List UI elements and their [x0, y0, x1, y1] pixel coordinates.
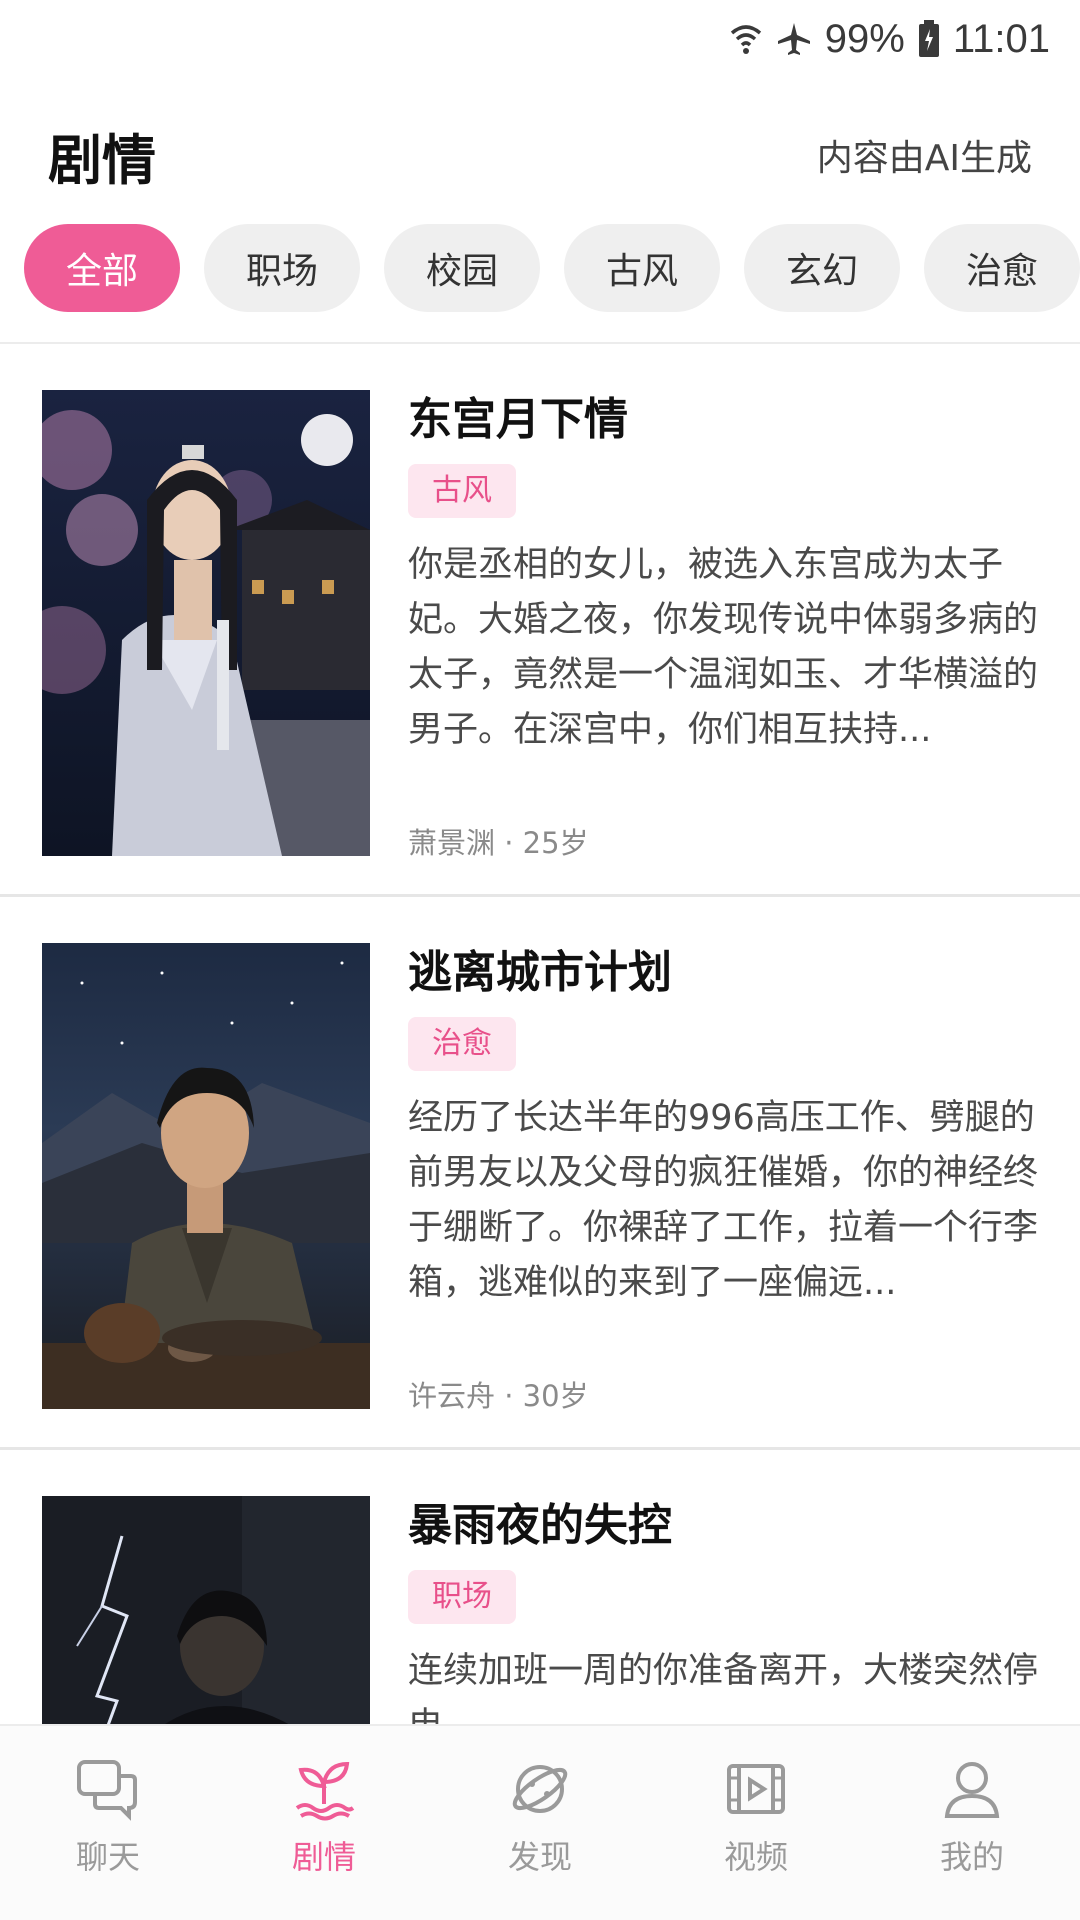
- story-info: 逃离城市计划 治愈 经历了长达半年的996高压工作、劈腿的前男友以及父母的疯狂催…: [408, 943, 1040, 1413]
- genre-badge: 职场: [408, 1570, 516, 1624]
- character-meta: 萧景渊 · 25岁: [408, 826, 589, 860]
- genre-filter-bar: 全部 职场 校园 古风 玄幻 治愈: [24, 224, 1080, 312]
- profile-icon: [939, 1756, 1005, 1826]
- genre-badge: 古风: [408, 464, 516, 518]
- planet-icon: [507, 1756, 573, 1826]
- nav-item-story[interactable]: 剧情: [224, 1756, 424, 1878]
- story-info: 东宫月下情 古风 你是丞相的女儿，被选入东宫成为太子妃。大婚之夜，你发现传说中体…: [408, 390, 1040, 860]
- page-title: 剧情: [48, 128, 156, 192]
- filter-chip-healing[interactable]: 治愈: [924, 224, 1080, 312]
- nav-item-video[interactable]: 视频: [656, 1756, 856, 1878]
- story-title[interactable]: 逃离城市计划: [408, 943, 1040, 1003]
- video-icon: [723, 1756, 789, 1826]
- screen: 99% 11:01 剧情 内容由AI生成 全部 职场 校园 古风 玄幻 治愈 东…: [0, 0, 1080, 1920]
- wifi-icon: [729, 21, 763, 57]
- story-title[interactable]: 东宫月下情: [408, 390, 1040, 450]
- story-list[interactable]: 东宫月下情 古风 你是丞相的女儿，被选入东宫成为太子妃。大婚之夜，你发现传说中体…: [0, 344, 1080, 1920]
- nav-label: 我的: [939, 1838, 1004, 1876]
- story-card[interactable]: 东宫月下情 古风 你是丞相的女儿，被选入东宫成为太子妃。大婚之夜，你发现传说中体…: [0, 344, 1080, 897]
- airplane-icon: [775, 20, 813, 58]
- ai-generated-note: 内容由AI生成: [816, 138, 1032, 179]
- filter-chip-fantasy[interactable]: 玄幻: [744, 224, 900, 312]
- nav-label: 剧情: [291, 1838, 356, 1876]
- status-bar: 99% 11:01: [0, 0, 1080, 78]
- story-cover-image[interactable]: [42, 943, 370, 1409]
- filter-chip-workplace[interactable]: 职场: [204, 224, 360, 312]
- filter-chip-campus[interactable]: 校园: [384, 224, 540, 312]
- chat-icon: [75, 1756, 141, 1826]
- nav-label: 发现: [507, 1838, 572, 1876]
- bottom-nav: 聊天 剧情 发现 视频 我的: [0, 1724, 1080, 1920]
- filter-chip-all[interactable]: 全部: [24, 224, 180, 312]
- filter-chip-ancient[interactable]: 古风: [564, 224, 720, 312]
- battery-icon: [917, 19, 941, 59]
- genre-badge: 治愈: [408, 1017, 516, 1071]
- story-description: 你是丞相的女儿，被选入东宫成为太子妃。大婚之夜，你发现传说中体弱多病的太子，竟然…: [408, 545, 1039, 750]
- clock: 11:01: [952, 16, 1050, 61]
- nav-item-chat[interactable]: 聊天: [8, 1756, 208, 1878]
- sprout-icon: [291, 1756, 357, 1826]
- story-description: 经历了长达半年的996高压工作、劈腿的前男友以及父母的疯狂催婚，你的神经终于绷断…: [408, 1098, 1039, 1303]
- nav-label: 视频: [723, 1838, 788, 1876]
- battery-percent: 99%: [824, 16, 905, 61]
- story-card[interactable]: 逃离城市计划 治愈 经历了长达半年的996高压工作、劈腿的前男友以及父母的疯狂催…: [0, 897, 1080, 1450]
- character-meta: 许云舟 · 30岁: [408, 1379, 589, 1413]
- nav-label: 聊天: [75, 1838, 140, 1876]
- nav-item-discover[interactable]: 发现: [440, 1756, 640, 1878]
- story-cover-image[interactable]: [42, 390, 370, 856]
- header: 剧情 内容由AI生成: [48, 110, 1032, 200]
- nav-item-profile[interactable]: 我的: [872, 1756, 1072, 1878]
- story-title[interactable]: 暴雨夜的失控: [408, 1496, 1040, 1556]
